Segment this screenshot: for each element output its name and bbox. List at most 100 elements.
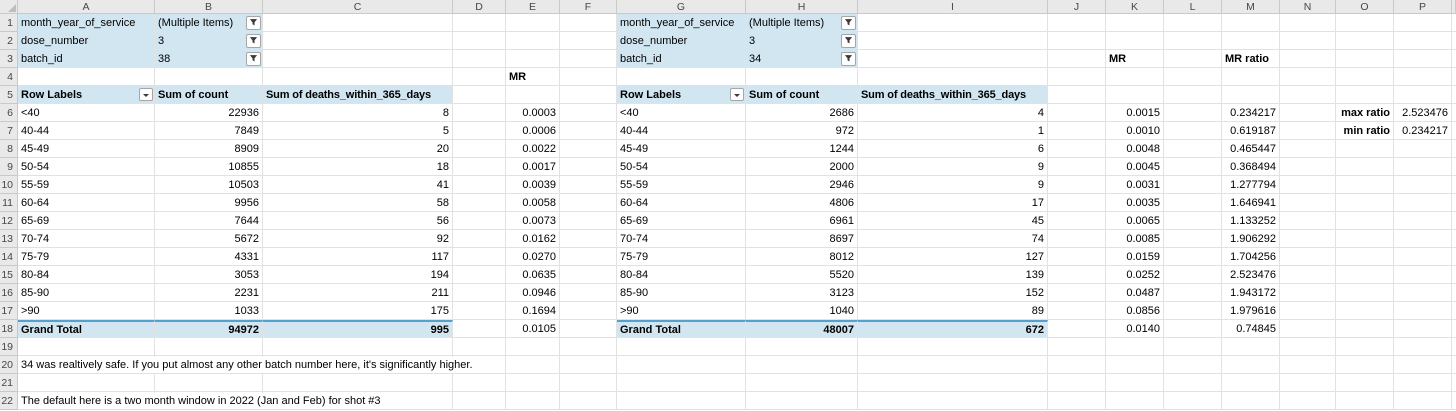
row-header-10[interactable]: 10 bbox=[0, 176, 18, 194]
column-header-B[interactable]: B bbox=[155, 0, 263, 14]
cell-C8[interactable]: 20 bbox=[263, 140, 453, 158]
cell-M11[interactable]: 1.646941 bbox=[1222, 194, 1280, 212]
cell-I13[interactable]: 74 bbox=[858, 230, 1048, 248]
cell-D11[interactable] bbox=[453, 194, 506, 212]
cell-E15[interactable]: 0.0635 bbox=[506, 266, 560, 284]
cell-G19[interactable] bbox=[617, 338, 746, 356]
cell-edge-19[interactable] bbox=[1452, 338, 1456, 356]
cell-A7[interactable]: 40-44 bbox=[18, 122, 155, 140]
cell-M16[interactable]: 1.943172 bbox=[1222, 284, 1280, 302]
cell-G15[interactable]: 80-84 bbox=[617, 266, 746, 284]
filter-button[interactable] bbox=[246, 34, 261, 48]
cell-M15[interactable]: 2.523476 bbox=[1222, 266, 1280, 284]
cell-P7[interactable]: 0.234217 bbox=[1394, 122, 1452, 140]
cell-C3[interactable] bbox=[263, 50, 453, 68]
cell-P12[interactable] bbox=[1394, 212, 1452, 230]
cell-E18[interactable]: 0.0105 bbox=[506, 320, 560, 338]
cell-L19[interactable] bbox=[1164, 338, 1222, 356]
cell-H14[interactable]: 8012 bbox=[746, 248, 858, 266]
cell-F17[interactable] bbox=[560, 302, 617, 320]
row-header-21[interactable]: 21 bbox=[0, 374, 18, 392]
cell-J2[interactable] bbox=[1048, 32, 1106, 50]
cell-O7[interactable]: min ratio bbox=[1336, 122, 1394, 140]
cell-K15[interactable]: 0.0252 bbox=[1106, 266, 1164, 284]
cell-N9[interactable] bbox=[1280, 158, 1336, 176]
cell-P19[interactable] bbox=[1394, 338, 1452, 356]
cell-H20[interactable] bbox=[746, 356, 858, 374]
cell-B13[interactable]: 5672 bbox=[155, 230, 263, 248]
cell-O17[interactable] bbox=[1336, 302, 1394, 320]
cell-E17[interactable]: 0.1694 bbox=[506, 302, 560, 320]
cell-J17[interactable] bbox=[1048, 302, 1106, 320]
cell-edge-21[interactable] bbox=[1452, 374, 1456, 392]
cell-edge-15[interactable] bbox=[1452, 266, 1456, 284]
cell-B12[interactable]: 7644 bbox=[155, 212, 263, 230]
cell-C2[interactable] bbox=[263, 32, 453, 50]
cell-E4[interactable]: MR bbox=[506, 68, 560, 86]
cell-I3[interactable] bbox=[858, 50, 1048, 68]
cell-J12[interactable] bbox=[1048, 212, 1106, 230]
cell-O14[interactable] bbox=[1336, 248, 1394, 266]
cell-D17[interactable] bbox=[453, 302, 506, 320]
cell-G22[interactable] bbox=[617, 392, 746, 410]
cell-J7[interactable] bbox=[1048, 122, 1106, 140]
cell-D7[interactable] bbox=[453, 122, 506, 140]
cell-D2[interactable] bbox=[453, 32, 506, 50]
cell-B7[interactable]: 7849 bbox=[155, 122, 263, 140]
cell-H2[interactable]: 3 bbox=[746, 32, 858, 50]
cell-K2[interactable] bbox=[1106, 32, 1164, 50]
cell-P2[interactable] bbox=[1394, 32, 1452, 50]
cell-K19[interactable] bbox=[1106, 338, 1164, 356]
cell-G14[interactable]: 75-79 bbox=[617, 248, 746, 266]
cell-H5[interactable]: Sum of count bbox=[746, 86, 858, 104]
column-header-A[interactable]: A bbox=[18, 0, 155, 14]
row-header-4[interactable]: 4 bbox=[0, 68, 18, 86]
cell-O19[interactable] bbox=[1336, 338, 1394, 356]
cell-D15[interactable] bbox=[453, 266, 506, 284]
cell-M14[interactable]: 1.704256 bbox=[1222, 248, 1280, 266]
cell-I11[interactable]: 17 bbox=[858, 194, 1048, 212]
cell-M17[interactable]: 1.979616 bbox=[1222, 302, 1280, 320]
cell-O13[interactable] bbox=[1336, 230, 1394, 248]
row-header-1[interactable]: 1 bbox=[0, 14, 18, 32]
cell-K20[interactable] bbox=[1106, 356, 1164, 374]
cell-N1[interactable] bbox=[1280, 14, 1336, 32]
cell-B18[interactable]: 94972 bbox=[155, 320, 263, 338]
cell-F7[interactable] bbox=[560, 122, 617, 140]
cell-L5[interactable] bbox=[1164, 86, 1222, 104]
cell-H17[interactable]: 1040 bbox=[746, 302, 858, 320]
cell-J11[interactable] bbox=[1048, 194, 1106, 212]
cell-F5[interactable] bbox=[560, 86, 617, 104]
cell-P3[interactable] bbox=[1394, 50, 1452, 68]
cell-I14[interactable]: 127 bbox=[858, 248, 1048, 266]
cell-N7[interactable] bbox=[1280, 122, 1336, 140]
cell-H13[interactable]: 8697 bbox=[746, 230, 858, 248]
cell-L11[interactable] bbox=[1164, 194, 1222, 212]
cell-P4[interactable] bbox=[1394, 68, 1452, 86]
cell-D16[interactable] bbox=[453, 284, 506, 302]
cell-I4[interactable] bbox=[858, 68, 1048, 86]
cell-L17[interactable] bbox=[1164, 302, 1222, 320]
cell-edge-14[interactable] bbox=[1452, 248, 1456, 266]
cell-N16[interactable] bbox=[1280, 284, 1336, 302]
cell-O15[interactable] bbox=[1336, 266, 1394, 284]
cell-C4[interactable] bbox=[263, 68, 453, 86]
cell-K13[interactable]: 0.0085 bbox=[1106, 230, 1164, 248]
cell-N20[interactable] bbox=[1280, 356, 1336, 374]
cell-edge-9[interactable] bbox=[1452, 158, 1456, 176]
cell-M8[interactable]: 0.465447 bbox=[1222, 140, 1280, 158]
cell-M4[interactable] bbox=[1222, 68, 1280, 86]
cell-P11[interactable] bbox=[1394, 194, 1452, 212]
cell-O5[interactable] bbox=[1336, 86, 1394, 104]
row-header-17[interactable]: 17 bbox=[0, 302, 18, 320]
cell-I6[interactable]: 4 bbox=[858, 104, 1048, 122]
cell-F4[interactable] bbox=[560, 68, 617, 86]
cell-P9[interactable] bbox=[1394, 158, 1452, 176]
cell-M10[interactable]: 1.277794 bbox=[1222, 176, 1280, 194]
cell-A14[interactable]: 75-79 bbox=[18, 248, 155, 266]
cell-M12[interactable]: 1.133252 bbox=[1222, 212, 1280, 230]
cell-edge-3[interactable] bbox=[1452, 50, 1456, 68]
cell-F9[interactable] bbox=[560, 158, 617, 176]
cell-edge-16[interactable] bbox=[1452, 284, 1456, 302]
cell-B8[interactable]: 8909 bbox=[155, 140, 263, 158]
